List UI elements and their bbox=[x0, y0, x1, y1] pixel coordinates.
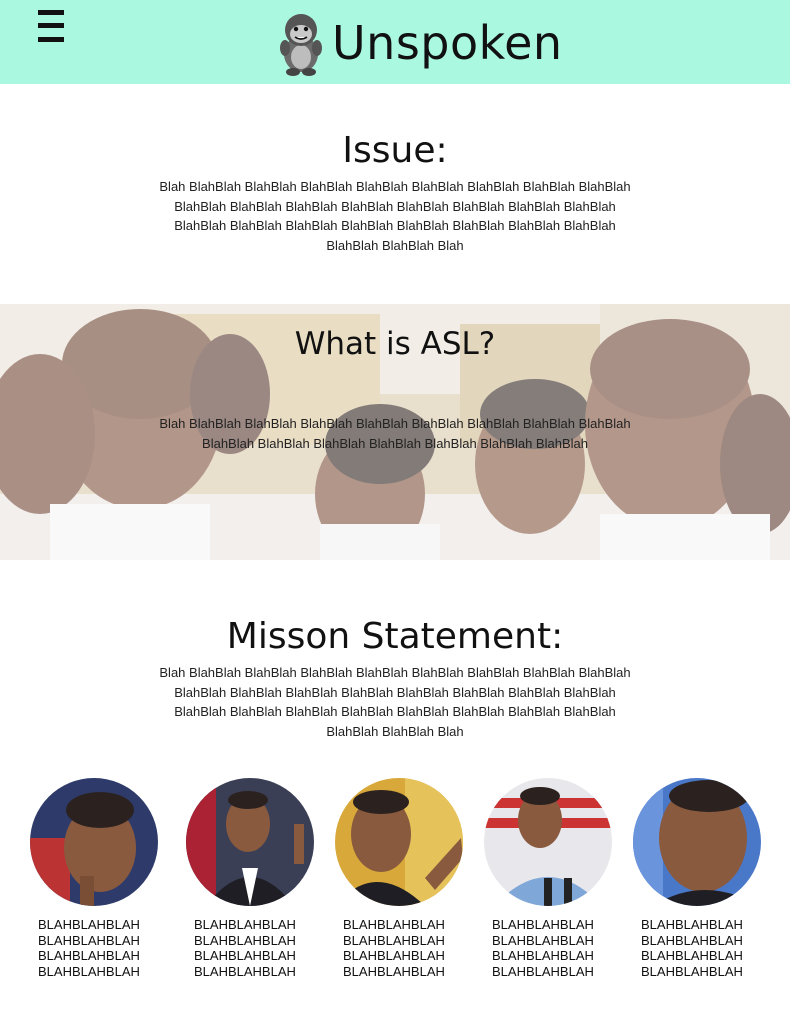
team-member: BLAHBLAHBLAH BLAHBLAHBLAH BLAHBLAHBLAH BLA… bbox=[30, 778, 160, 979]
team-member-name: BLAHBLAHBLAH BLAHBLAHBLAH BLAHBLAHBLAH BLA… bbox=[492, 917, 594, 979]
team-member-photo bbox=[484, 778, 612, 906]
team-member: BLAHBLAHBLAH BLAHBLAHBLAH BLAHBLAHBLAH BLA… bbox=[633, 778, 763, 979]
asl-section: What is ASL? Blah BlahBlah BlahBlah Blah… bbox=[0, 304, 790, 560]
asl-heading: What is ASL? bbox=[294, 326, 496, 362]
team-member-photo bbox=[30, 778, 158, 906]
team-member: BLAHBLAHBLAH BLAHBLAHBLAH BLAHBLAHBLAH BLA… bbox=[484, 778, 614, 979]
issue-heading: Issue: bbox=[342, 130, 448, 171]
team-grid: BLAHBLAHBLAH BLAHBLAHBLAH BLAHBLAHBLAH BLA… bbox=[0, 778, 790, 998]
mission-section: Misson Statement: Blah BlahBlah BlahBlah… bbox=[0, 560, 790, 741]
team-member: BLAHBLAHBLAH BLAHBLAHBLAH BLAHBLAHBLAH BLA… bbox=[186, 778, 316, 979]
asl-content: What is ASL? Blah BlahBlah BlahBlah Blah… bbox=[0, 304, 790, 453]
team-member-photo bbox=[335, 778, 463, 906]
gorilla-logo-icon bbox=[280, 14, 322, 76]
brand[interactable]: Unspoken bbox=[276, 8, 563, 78]
asl-body: Blah BlahBlah BlahBlah BlahBlah BlahBlah… bbox=[159, 416, 631, 451]
site-title: Unspoken bbox=[332, 16, 563, 70]
team-member-name: BLAHBLAHBLAH BLAHBLAHBLAH BLAHBLAHBLAH BLA… bbox=[641, 917, 743, 979]
issue-body: Blah BlahBlah BlahBlah BlahBlah BlahBlah… bbox=[159, 179, 631, 253]
hamburger-menu-icon[interactable] bbox=[38, 10, 64, 44]
site-header: Unspoken bbox=[0, 0, 790, 84]
team-member-photo bbox=[633, 778, 761, 906]
team-member-photo bbox=[186, 778, 314, 906]
team-member-name: BLAHBLAHBLAH BLAHBLAHBLAH BLAHBLAHBLAH BLA… bbox=[38, 917, 140, 979]
team-member-name: BLAHBLAHBLAH BLAHBLAHBLAH BLAHBLAHBLAH BLA… bbox=[343, 917, 445, 979]
mission-heading: Misson Statement: bbox=[226, 616, 564, 657]
mission-body: Blah BlahBlah BlahBlah BlahBlah BlahBlah… bbox=[159, 665, 631, 739]
team-member: BLAHBLAHBLAH BLAHBLAHBLAH BLAHBLAHBLAH BLA… bbox=[335, 778, 465, 979]
issue-section: Issue: Blah BlahBlah BlahBlah BlahBlah B… bbox=[0, 84, 790, 304]
team-member-name: BLAHBLAHBLAH BLAHBLAHBLAH BLAHBLAHBLAH BLA… bbox=[194, 917, 296, 979]
